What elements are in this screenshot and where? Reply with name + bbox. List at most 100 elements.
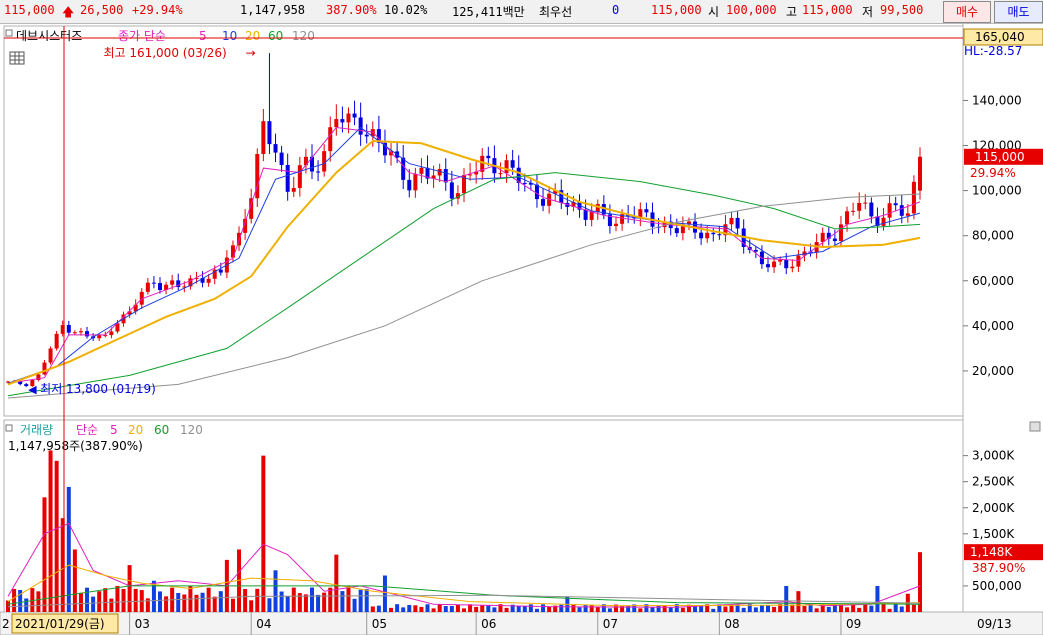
open-label: 시 xyxy=(708,5,720,19)
candle-body xyxy=(504,160,509,174)
candle-body xyxy=(291,187,296,192)
candle-body xyxy=(717,234,722,236)
candle-body xyxy=(522,182,527,184)
volume-bar xyxy=(583,604,588,612)
volume-bar xyxy=(863,604,868,612)
month-label: 04 xyxy=(256,617,271,631)
bid-price: 115,000 xyxy=(651,3,702,17)
candle-body xyxy=(711,232,716,235)
volume-bar xyxy=(449,606,454,612)
candle-body xyxy=(869,202,874,217)
price-change-pct: +29.94% xyxy=(132,3,183,17)
volume-bar xyxy=(328,587,333,612)
volume-bar xyxy=(729,605,734,612)
cursor-date-prefix: 2 xyxy=(2,617,10,631)
volume-bar xyxy=(607,608,612,612)
volume-bar xyxy=(699,606,704,612)
volume-bar xyxy=(230,598,235,612)
candle-body xyxy=(54,333,59,349)
volume-bar xyxy=(24,598,29,612)
volume-bar xyxy=(838,605,843,612)
candle-body xyxy=(158,283,162,290)
volume-bar xyxy=(261,455,266,612)
price-legend-ma20: 20 xyxy=(245,29,260,43)
candle-body xyxy=(443,169,448,183)
volume-bar xyxy=(364,589,369,612)
volume-bar xyxy=(340,591,345,612)
stock-name: 데브시스터즈 xyxy=(16,29,82,43)
sell-button[interactable]: 매도 xyxy=(994,1,1043,23)
volume-bar xyxy=(802,606,807,612)
candle-body xyxy=(772,261,777,268)
volume-bar xyxy=(370,606,375,612)
volume-bar xyxy=(358,589,363,612)
candle-body xyxy=(407,179,412,191)
month-label: 05 xyxy=(372,617,387,631)
high-marker-arrow: → xyxy=(245,46,255,60)
price-legend-ma10: 10 xyxy=(222,29,237,43)
volume-bar xyxy=(504,607,509,612)
volume-bar xyxy=(85,587,90,612)
quote-bar: 115,000 🡅 26,500 +29.94% 1,147,958 387.9… xyxy=(0,0,1043,24)
candle-body xyxy=(340,119,345,123)
price-tick-label: 20,000 xyxy=(972,364,1014,378)
high-price: 115,000 xyxy=(802,3,853,17)
current-price-tag: 115,000 xyxy=(975,150,1025,164)
candle-body xyxy=(78,331,83,333)
volume-bar xyxy=(431,608,436,612)
month-label: 08 xyxy=(724,617,739,631)
volume-bar xyxy=(462,608,466,612)
candle-body xyxy=(352,113,357,118)
volume-tick-label: 500,000 xyxy=(972,579,1022,593)
candle-body xyxy=(881,217,886,226)
low-label: 저 xyxy=(862,5,874,19)
candle-body xyxy=(911,181,916,214)
candle-body xyxy=(401,157,406,180)
cursor-date-label: 2021/01/29(금) xyxy=(15,617,105,631)
grid-icon[interactable] xyxy=(9,51,25,65)
volume-bar xyxy=(346,585,351,612)
current-price: 115,000 xyxy=(4,3,55,17)
volume-bar xyxy=(893,604,898,612)
candle-body xyxy=(832,238,837,242)
volume-bar xyxy=(158,591,162,612)
open-price: 100,000 xyxy=(726,3,777,17)
low-marker-label: 최저 13,800 (01/19) xyxy=(40,382,156,396)
volume-bar xyxy=(310,587,314,612)
volume-legend-prefix: 단순 xyxy=(76,423,98,437)
volume-bar xyxy=(54,460,59,612)
volume-bar xyxy=(194,594,199,612)
candle-body xyxy=(778,259,783,262)
candle-body xyxy=(218,269,223,273)
panel-minimize-icon[interactable] xyxy=(1029,421,1041,432)
low-marker-arrow: ◀ xyxy=(28,383,37,396)
volume-bar xyxy=(516,605,521,612)
volume-tick-label: 1,500K xyxy=(972,527,1015,541)
volume-bar xyxy=(279,591,284,612)
candle-body xyxy=(419,167,424,174)
candle-body xyxy=(109,331,114,336)
volume-bar xyxy=(407,604,412,612)
volume-bar xyxy=(36,591,41,612)
volume-bar xyxy=(164,596,169,612)
candle-body xyxy=(918,156,922,191)
volume-bar xyxy=(796,591,801,612)
candle-body xyxy=(753,249,758,252)
candle-body xyxy=(97,335,102,339)
volume-bar xyxy=(638,608,643,612)
priority-value: 0 xyxy=(612,3,620,17)
volume-bar xyxy=(534,608,539,612)
volume-bar xyxy=(474,606,479,612)
candle-body xyxy=(644,209,649,213)
buy-button[interactable]: 매수 xyxy=(943,1,991,23)
candle-body xyxy=(267,121,272,145)
volume-bar xyxy=(455,604,460,612)
volume-bar xyxy=(243,589,248,612)
stock-chart[interactable]: 데브시스터즈 종가 단순 5 10 20 60 120 거래량 단순 5 20 … xyxy=(0,24,1043,635)
turnover-rate: 10.02% xyxy=(384,3,428,17)
volume-bar xyxy=(91,596,96,612)
volume-tick-label: 2,500K xyxy=(972,475,1015,489)
month-label: 09 xyxy=(846,617,861,631)
price-tick-label: 140,000 xyxy=(972,93,1022,107)
volume-bar xyxy=(680,607,685,612)
